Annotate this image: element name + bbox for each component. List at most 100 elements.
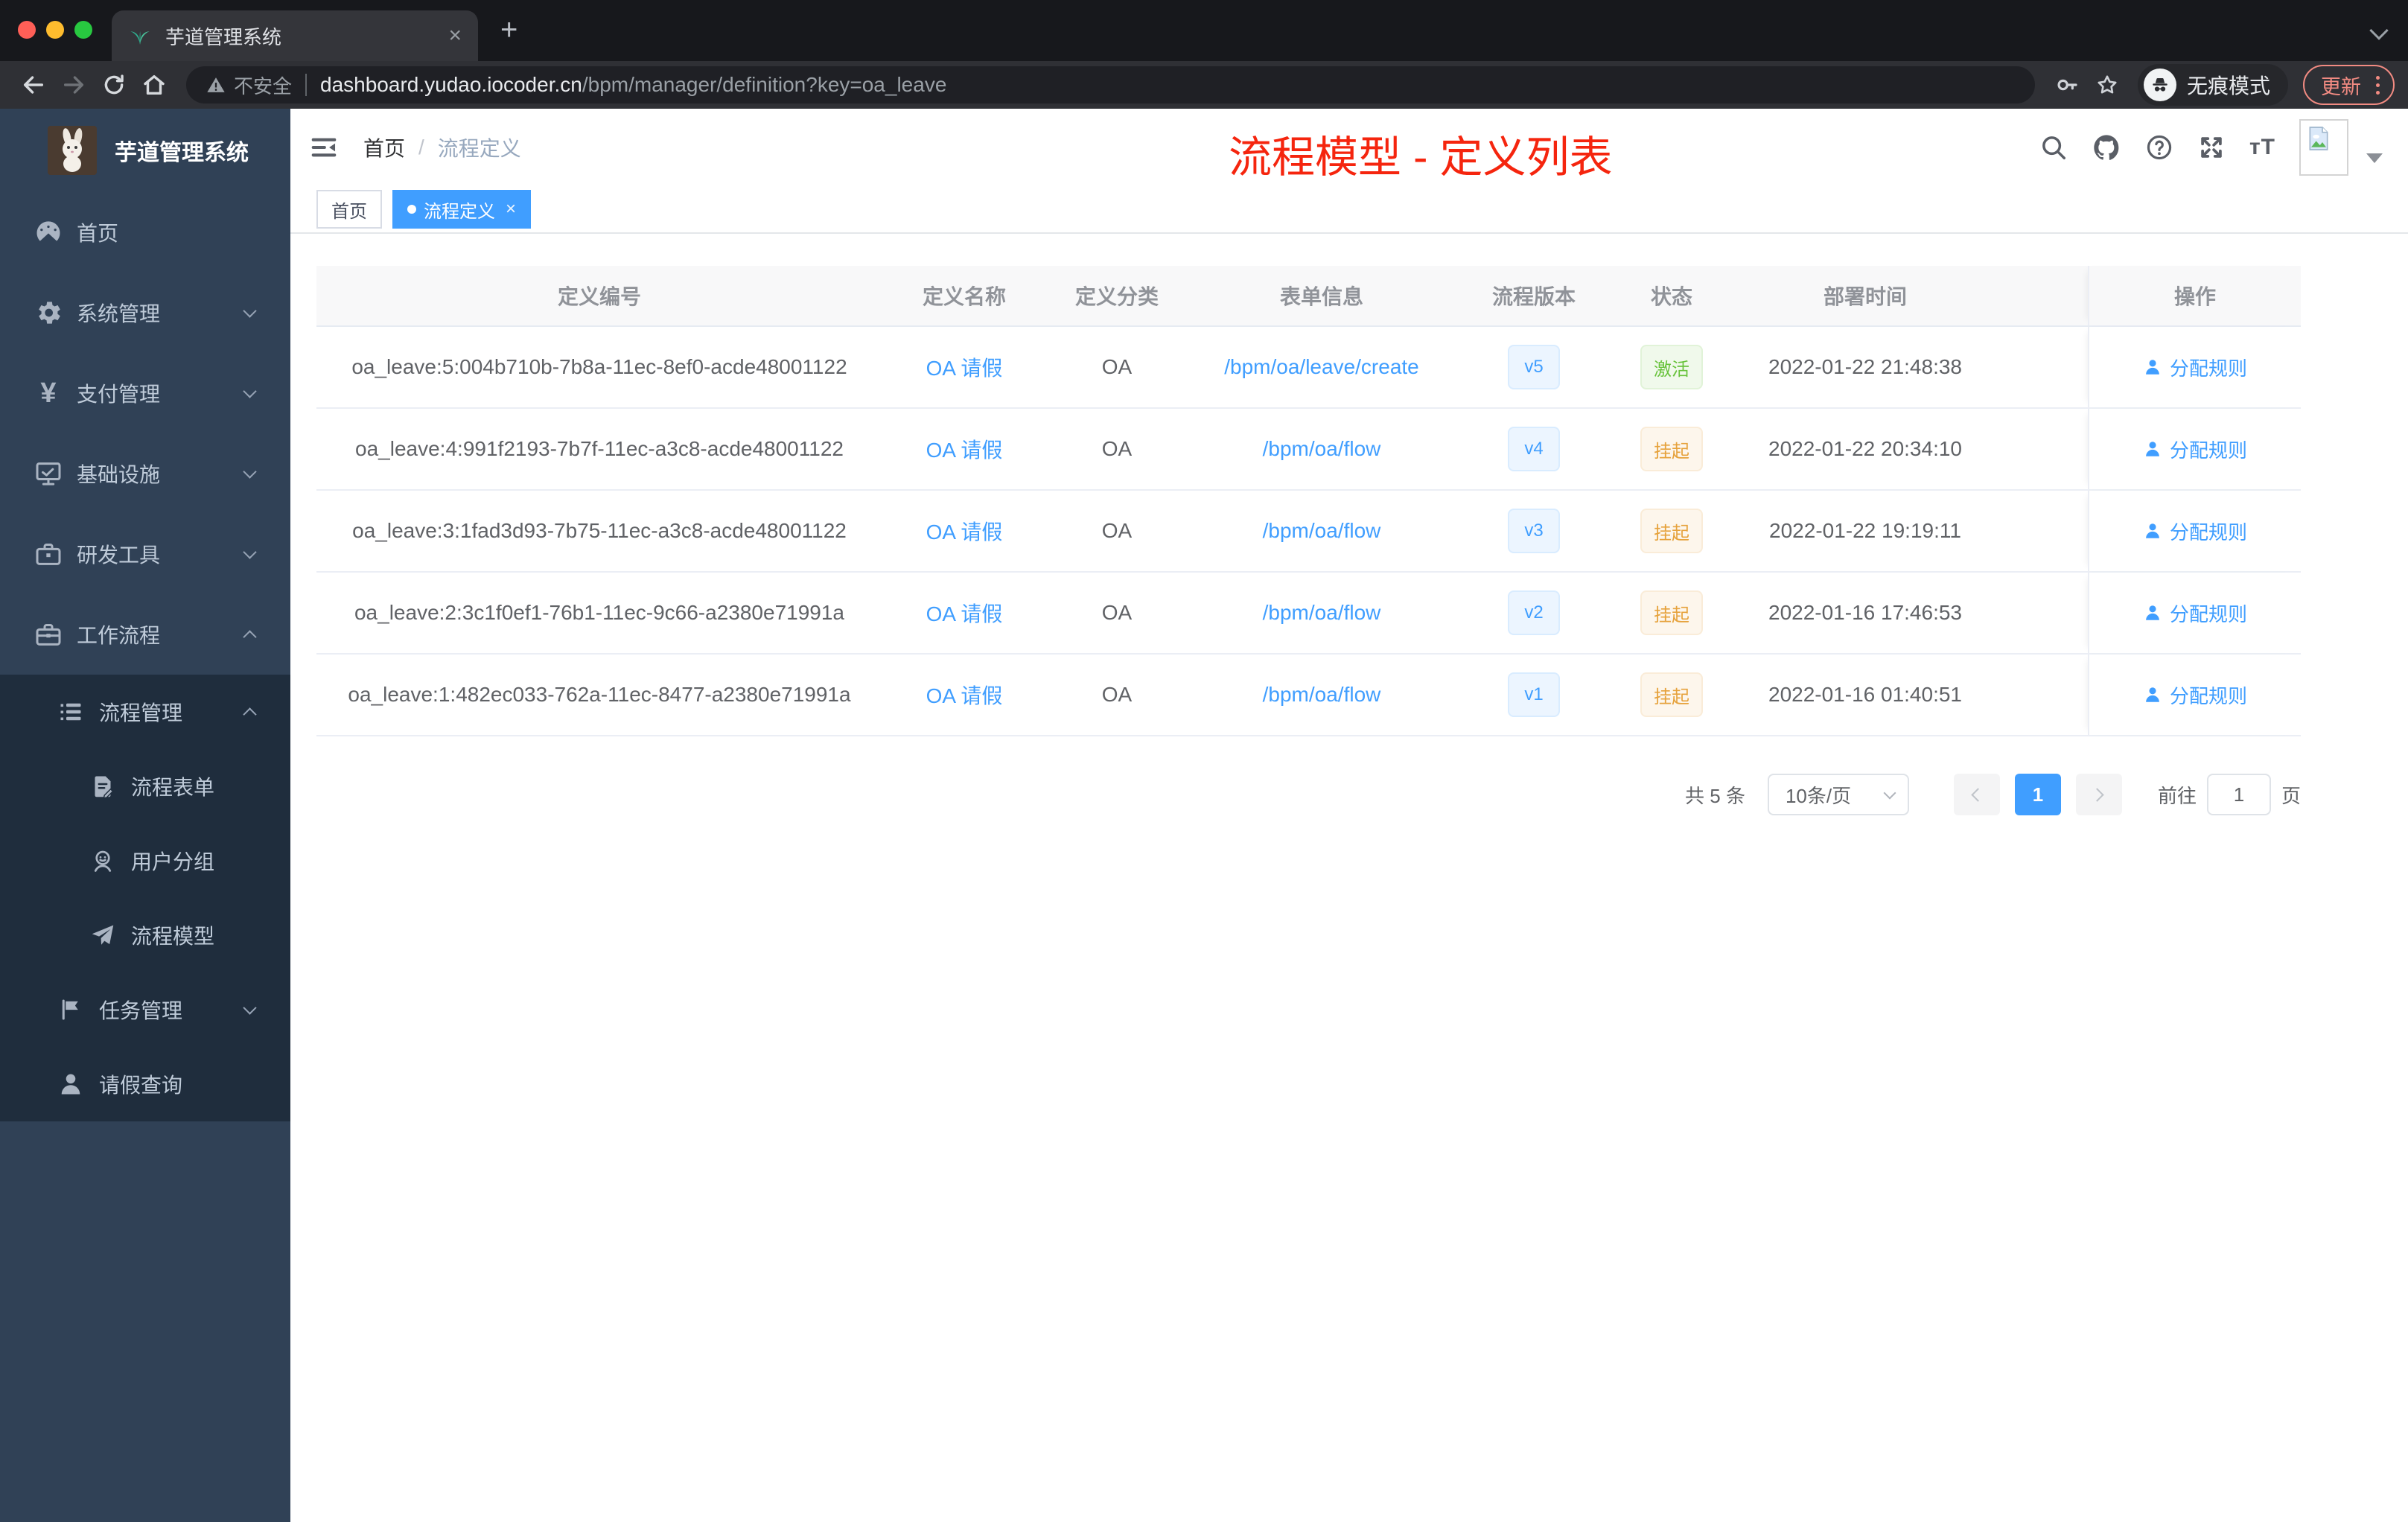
- sidebar-logo[interactable]: 芋道管理系统: [0, 109, 290, 192]
- browser-update-button[interactable]: 更新: [2303, 65, 2395, 105]
- table-row: oa_leave:1:482ec033-762a-11ec-8477-a2380…: [316, 655, 2301, 736]
- definition-name-link[interactable]: OA 请假: [926, 434, 1003, 464]
- assign-rule-button[interactable]: 分配规则: [2143, 354, 2247, 381]
- breadcrumb-home[interactable]: 首页: [363, 133, 405, 162]
- main-area: 首页 / 流程定义 流程模型 - 定义列表 тT 首页 流程定义 × 定义编号 …: [290, 109, 2408, 1522]
- chevron-down-icon: [1883, 786, 1896, 799]
- tab-search-chevron-icon[interactable]: [2369, 21, 2389, 40]
- definition-name-link[interactable]: OA 请假: [926, 598, 1003, 628]
- security-warning[interactable]: 不安全: [206, 71, 292, 99]
- sidebar-item-user-group[interactable]: 用户分组: [0, 824, 290, 898]
- bookmark-star-icon[interactable]: [2087, 65, 2127, 105]
- page-number-current[interactable]: 1: [2014, 774, 2061, 815]
- sidebar-item-label: 用户分组: [131, 850, 215, 873]
- flag-icon: [56, 996, 86, 1023]
- prev-page-button[interactable]: [1953, 774, 2000, 815]
- sidebar-item-leave-query[interactable]: 请假查询: [0, 1047, 290, 1121]
- avatar-caret-down-icon[interactable]: [2366, 153, 2383, 163]
- chevron-down-icon: [243, 1000, 257, 1015]
- tag-process-definition[interactable]: 流程定义 ×: [392, 190, 532, 229]
- search-icon[interactable]: [2039, 133, 2068, 162]
- assign-rule-button[interactable]: 分配规则: [2143, 436, 2247, 463]
- deploy-time: 2022-01-16 17:46:53: [1768, 601, 1962, 624]
- security-label: 不安全: [234, 74, 293, 98]
- sidebar-item-workflow[interactable]: 工作流程: [0, 594, 290, 675]
- sidebar-item-infrastructure[interactable]: 基础设施: [0, 433, 290, 514]
- assign-rule-button[interactable]: 分配规则: [2143, 518, 2247, 545]
- sidebar: 芋道管理系统 首页 系统管理 ¥ 支付管理 基础设施 研发工具 工作流程 流程管…: [0, 109, 290, 1522]
- status-badge: 挂起: [1640, 509, 1703, 553]
- tab-close-icon[interactable]: ×: [448, 25, 462, 47]
- address-bar[interactable]: 不安全 dashboard.yudao.iocoder.cn/bpm/manag…: [186, 66, 2035, 104]
- sidebar-item-label: 工作流程: [77, 624, 161, 647]
- definition-name-link[interactable]: OA 请假: [926, 352, 1003, 382]
- assign-rule-button[interactable]: 分配规则: [2143, 681, 2247, 709]
- form-link[interactable]: /bpm/oa/flow: [1263, 683, 1381, 707]
- version-badge: v5: [1508, 345, 1560, 389]
- form-link[interactable]: /bpm/oa/flow: [1263, 437, 1381, 461]
- table-header-row: 定义编号 定义名称 定义分类 表单信息 流程版本 状态 部署时间 操作: [316, 266, 2301, 327]
- form-link[interactable]: /bpm/oa/flow: [1263, 519, 1381, 543]
- tag-close-icon[interactable]: ×: [506, 200, 516, 218]
- browser-menu-kebab-icon[interactable]: [2373, 73, 2383, 98]
- definition-name-link[interactable]: OA 请假: [926, 680, 1003, 710]
- url-path: /bpm/manager/definition?key=oa_leave: [582, 73, 947, 96]
- form-icon: [88, 773, 118, 800]
- sidebar-item-label: 首页: [77, 222, 119, 245]
- monitor-icon: [34, 459, 63, 488]
- browser-tab[interactable]: 芋道管理系统 ×: [112, 10, 478, 61]
- table-row: oa_leave:3:1fad3d93-7b75-11ec-a3c8-acde4…: [316, 491, 2301, 573]
- chevron-down-icon: [243, 464, 257, 479]
- version-badge: v4: [1508, 427, 1560, 471]
- forward-button[interactable]: [54, 65, 94, 105]
- form-link[interactable]: /bpm/oa/flow: [1263, 601, 1381, 625]
- next-page-button[interactable]: [2075, 774, 2122, 815]
- definition-name-link[interactable]: OA 请假: [926, 516, 1003, 546]
- back-button[interactable]: [13, 65, 54, 105]
- form-link[interactable]: /bpm/oa/leave/create: [1224, 355, 1419, 379]
- chevron-down-icon: [243, 544, 257, 559]
- definition-category: OA: [1101, 437, 1133, 460]
- breadcrumb-current: 流程定义: [437, 137, 521, 160]
- page-size-select[interactable]: 10条/页: [1767, 774, 1909, 815]
- sidebar-item-task-management[interactable]: 任务管理: [0, 972, 290, 1047]
- new-tab-button[interactable]: +: [500, 13, 517, 47]
- sidebar-item-process-management[interactable]: 流程管理: [0, 675, 290, 749]
- chevron-left-icon: [1971, 787, 1986, 802]
- sidebar-item-process-model[interactable]: 流程模型: [0, 898, 290, 972]
- reload-button[interactable]: [94, 65, 134, 105]
- sidebar-item-dev-tools[interactable]: 研发工具: [0, 514, 290, 594]
- minimize-window-button[interactable]: [46, 21, 64, 39]
- sidebar-item-home[interactable]: 首页: [0, 192, 290, 273]
- zoom-window-button[interactable]: [74, 21, 92, 39]
- close-window-button[interactable]: [18, 21, 36, 39]
- home-button[interactable]: [134, 65, 174, 105]
- user-icon: [2146, 687, 2159, 702]
- incognito-icon: [2143, 69, 2176, 101]
- sidebar-item-system-management[interactable]: 系统管理: [0, 273, 290, 353]
- github-icon[interactable]: [2092, 133, 2121, 162]
- sidebar-item-payment-management[interactable]: ¥ 支付管理: [0, 353, 290, 433]
- chevron-up-icon: [243, 629, 257, 644]
- table-row: oa_leave:4:991f2193-7b7f-11ec-a3c8-acde4…: [316, 409, 2301, 491]
- yen-icon: ¥: [40, 378, 57, 409]
- assign-rule-button[interactable]: 分配规则: [2143, 599, 2247, 627]
- font-size-icon[interactable]: тT: [2249, 135, 2275, 160]
- tag-home[interactable]: 首页: [316, 190, 382, 229]
- sidebar-item-process-form[interactable]: 流程表单: [0, 749, 290, 824]
- chevron-down-icon: [243, 303, 257, 318]
- password-key-icon[interactable]: [2047, 65, 2087, 105]
- action-label: 分配规则: [2169, 520, 2247, 544]
- help-icon[interactable]: [2145, 133, 2173, 162]
- column-header: 定义编号: [557, 285, 641, 308]
- sidebar-collapse-button[interactable]: [290, 109, 357, 186]
- chevron-right-icon: [2090, 787, 2105, 802]
- sidebar-item-label: 流程表单: [131, 776, 215, 799]
- app-title: 芋道管理系统: [115, 141, 249, 165]
- jump-page-input[interactable]: [2206, 774, 2271, 815]
- sidebar-item-label: 支付管理: [77, 383, 161, 406]
- breadcrumb-separator: /: [418, 136, 424, 159]
- sidebar-item-label: 任务管理: [99, 999, 183, 1022]
- avatar[interactable]: [2299, 119, 2348, 176]
- fullscreen-icon[interactable]: [2197, 133, 2226, 162]
